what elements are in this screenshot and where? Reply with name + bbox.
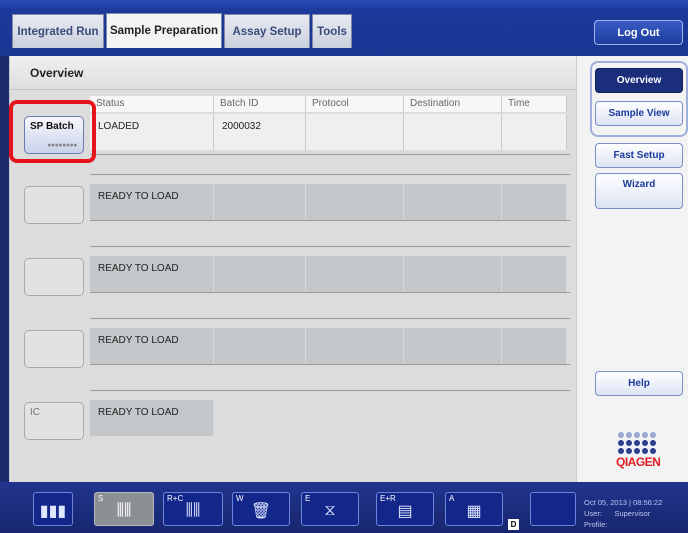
batch-row: READY TO LOAD	[24, 174, 577, 234]
slot-label: SP Batch	[30, 121, 74, 132]
destination-cell	[404, 256, 502, 292]
assay-drawer-button[interactable]: A ▦	[445, 492, 503, 526]
row-cells: LOADED 2000032	[90, 114, 567, 150]
dots-icon: ●●●●●●●●	[47, 142, 77, 149]
eluate-drawer-button[interactable]: E ⧖	[301, 492, 359, 526]
row-divider	[90, 364, 570, 365]
reagent-cartridge-icon: ⫼⫼	[185, 502, 201, 519]
destination-cell	[404, 184, 502, 220]
batch-id-cell	[214, 328, 306, 364]
page-title: Overview	[10, 56, 577, 90]
row-cells: READY TO LOAD	[90, 328, 567, 364]
eluate-icon: ⧖	[324, 502, 336, 519]
waste-bin-icon: 🗑	[250, 503, 272, 520]
assay-plate-icon: ▦	[466, 503, 482, 520]
ic-row: IC READY TO LOAD	[24, 390, 577, 450]
sp-batch-button[interactable]: SP Batch ●●●●●●●●	[24, 116, 84, 154]
overview-panel: Overview Status Batch ID Protocol Destin…	[9, 56, 577, 482]
destination-cell	[404, 328, 502, 364]
status-cell: READY TO LOAD	[90, 400, 214, 436]
time-cell	[502, 256, 567, 292]
batch-row: READY TO LOAD	[24, 246, 577, 306]
tube-rack-icon: ▮▮▮	[39, 503, 67, 520]
tab-sample-preparation[interactable]: Sample Preparation	[106, 13, 222, 48]
batch-row: READY TO LOAD	[24, 318, 577, 378]
row-divider	[90, 246, 570, 247]
drawer-key: A	[449, 494, 455, 503]
batch-id-cell: 2000032	[214, 114, 306, 150]
waste-drawer-button[interactable]: W 🗑	[232, 492, 290, 526]
drawer-d-badge: D	[508, 519, 519, 530]
protocol-cell	[306, 256, 404, 292]
sample-tubes-icon: ⫼⫼	[116, 502, 132, 519]
reagent-drawer-button[interactable]: R+C ⫼⫼	[163, 492, 223, 526]
tube-rack-button[interactable]: ▮▮▮	[33, 492, 73, 526]
drawer-key: E+R	[380, 494, 396, 503]
row-divider	[90, 318, 570, 319]
eluate-reagent-drawer-button[interactable]: E+R ▤	[376, 492, 434, 526]
protocol-cell	[306, 328, 404, 364]
destination-cell	[404, 114, 502, 150]
logo-dots-icon	[618, 432, 662, 454]
tab-assay-setup[interactable]: Assay Setup	[224, 14, 310, 48]
row-cells: READY TO LOAD	[90, 184, 567, 220]
empty-slot-button[interactable]	[24, 186, 84, 224]
empty-slot-button[interactable]	[24, 258, 84, 296]
sample-drawer-button[interactable]: S ⫼⫼	[94, 492, 154, 526]
datetime: Oct 05, 2013 | 08:56:22	[584, 498, 663, 507]
row-cells: READY TO LOAD	[90, 400, 214, 436]
user-label: User:	[584, 509, 602, 518]
time-cell	[502, 184, 567, 220]
top-bar: Integrated Run Sample Preparation Assay …	[0, 0, 688, 56]
batch-row: SP Batch ●●●●●●●● LOADED 2000032	[24, 104, 577, 164]
sample-view-button[interactable]: Sample View	[595, 101, 683, 126]
right-panel: Overview Sample View Fast Setup Wizard H…	[576, 56, 688, 482]
tab-integrated-run[interactable]: Integrated Run	[12, 14, 104, 48]
drawer-key: R+C	[167, 494, 184, 503]
logout-button[interactable]: Log Out	[594, 20, 683, 45]
wizard-button[interactable]: Wizard	[595, 173, 683, 209]
logo-text: QIAGEN	[616, 455, 661, 469]
row-divider	[90, 292, 570, 293]
status-cell: LOADED	[90, 114, 214, 150]
ic-slot-button[interactable]: IC	[24, 402, 84, 440]
drawer-key: S	[98, 494, 104, 503]
status-cell: READY TO LOAD	[90, 328, 214, 364]
status-cell: READY TO LOAD	[90, 184, 214, 220]
row-divider	[90, 154, 570, 155]
protocol-cell	[306, 184, 404, 220]
blank-drawer-button[interactable]	[530, 492, 576, 526]
time-cell	[502, 114, 567, 150]
batch-id-cell	[214, 256, 306, 292]
time-cell	[502, 328, 567, 364]
qiagen-logo: QIAGEN	[616, 432, 662, 469]
eluate-reagent-icon: ▤	[397, 503, 413, 520]
row-divider	[90, 174, 570, 175]
drawer-key: E	[305, 494, 311, 503]
status-info: Oct 05, 2013 | 08:56:22 User: Supervisor…	[584, 497, 688, 530]
row-cells: READY TO LOAD	[90, 256, 567, 292]
status-cell: READY TO LOAD	[90, 256, 214, 292]
overview-button[interactable]: Overview	[595, 68, 683, 93]
fast-setup-button[interactable]: Fast Setup	[595, 143, 683, 168]
tab-tools[interactable]: Tools	[312, 14, 352, 48]
user-line: User: Supervisor	[584, 508, 688, 519]
user-name: Supervisor	[614, 509, 651, 518]
batch-id-cell	[214, 184, 306, 220]
profile-label: Profile:	[584, 520, 608, 529]
row-divider	[90, 390, 570, 391]
slot-label: IC	[30, 407, 40, 418]
help-button[interactable]: Help	[595, 371, 683, 396]
drawer-key: W	[236, 494, 244, 503]
protocol-cell	[306, 114, 404, 150]
row-divider	[90, 220, 570, 221]
empty-slot-button[interactable]	[24, 330, 84, 368]
